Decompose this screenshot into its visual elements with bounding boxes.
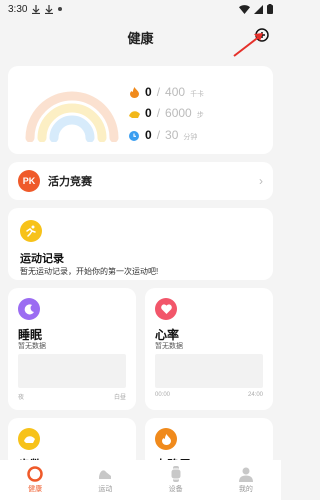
nav-item-health[interactable]: 健康 — [10, 466, 60, 494]
steps-icon — [128, 109, 140, 121]
watch-icon — [170, 466, 182, 482]
flame-tile-icon — [155, 428, 177, 450]
metric-calories: 0 / 400 千卡 — [128, 84, 204, 99]
minutes-goal: 30 — [165, 128, 179, 142]
sleep-subtitle: 暂无数据 — [18, 343, 46, 350]
minutes-value: 0 — [145, 128, 152, 142]
calories-value: 0 — [145, 84, 152, 99]
sport-record-subtitle: 暂无运动记录，开始你的第一次运动吧! — [20, 267, 159, 276]
status-bar: 3:30 — [0, 0, 281, 18]
steps-separator: / — [156, 106, 161, 120]
heart-rate-axis: 00:00 24:00 — [155, 392, 263, 398]
minutes-unit: 分钟 — [183, 134, 198, 141]
heart-rate-card[interactable]: 心率 暂无数据 00:00 24:00 — [145, 288, 273, 410]
page-title: 健康 — [127, 30, 154, 46]
download-icon-2 — [45, 4, 54, 14]
pk-challenge-card[interactable]: PK 活力竞赛 › — [8, 162, 273, 200]
calories-goal: 400 — [165, 84, 186, 99]
add-button[interactable] — [251, 24, 273, 46]
pk-label: 活力竞赛 — [48, 176, 92, 188]
calories-separator: / — [156, 84, 161, 99]
plus-circle-icon — [255, 28, 269, 42]
chevron-right-icon: › — [259, 174, 263, 188]
sleep-card[interactable]: 睡眠 暂无数据 夜 白昼 — [8, 288, 136, 410]
wifi-icon — [239, 4, 250, 14]
nav-item-device[interactable]: 设备 — [151, 466, 201, 494]
nav-label-profile: 我的 — [238, 486, 253, 493]
steps-unit: 步 — [196, 112, 204, 119]
download-icon — [32, 4, 41, 14]
minutes-separator: / — [156, 128, 161, 142]
heart-axis-end: 24:00 — [247, 392, 263, 398]
nav-label-device: 设备 — [168, 486, 183, 493]
metric-steps: 0 / 6000 步 — [128, 106, 204, 120]
clock-icon — [128, 130, 140, 142]
status-time: 3:30 — [8, 3, 28, 15]
heart-rate-subtitle: 暂无数据 — [155, 343, 183, 350]
activity-rings-icon — [25, 91, 119, 142]
health-ring-icon — [27, 466, 43, 482]
sleep-chart-area — [18, 354, 126, 388]
sleep-axis-start: 夜 — [18, 395, 25, 401]
metric-active-minutes: 0 / 30 分钟 — [128, 128, 197, 142]
bottom-navigation: 健康 运动 设备 我的 — [0, 460, 281, 500]
nav-item-sport[interactable]: 运动 — [80, 466, 130, 494]
sport-record-title: 运动记录 — [20, 253, 64, 265]
sleep-axis: 夜 白昼 — [18, 392, 126, 401]
sleep-axis-end: 白昼 — [113, 395, 126, 401]
person-icon — [238, 467, 253, 482]
sport-record-card[interactable]: 运动记录 暂无运动记录，开始你的第一次运动吧! — [8, 208, 273, 280]
pk-badge: PK — [18, 170, 40, 192]
title-bar: 健康 — [0, 18, 281, 56]
battery-icon — [267, 4, 273, 14]
signal-icon — [254, 4, 263, 14]
shoe-icon — [99, 470, 112, 479]
notification-dot-icon — [58, 7, 63, 11]
heart-rate-chart-area — [155, 354, 263, 388]
heart-axis-start: 00:00 — [155, 392, 171, 398]
footprint-icon — [18, 428, 40, 450]
activity-summary-card[interactable]: 0 / 400 千卡 0 / 6000 步 0 / 30 分钟 — [8, 66, 273, 154]
steps-value: 0 — [145, 106, 152, 120]
nav-item-profile[interactable]: 我的 — [221, 466, 271, 494]
calories-unit: 千卡 — [190, 90, 205, 98]
running-icon — [20, 220, 42, 242]
flame-icon — [128, 86, 140, 98]
moon-icon — [18, 298, 40, 320]
nav-label-health: 健康 — [28, 486, 43, 493]
nav-label-sport: 运动 — [98, 486, 113, 493]
heart-icon — [155, 298, 177, 320]
steps-goal: 6000 — [165, 106, 192, 120]
